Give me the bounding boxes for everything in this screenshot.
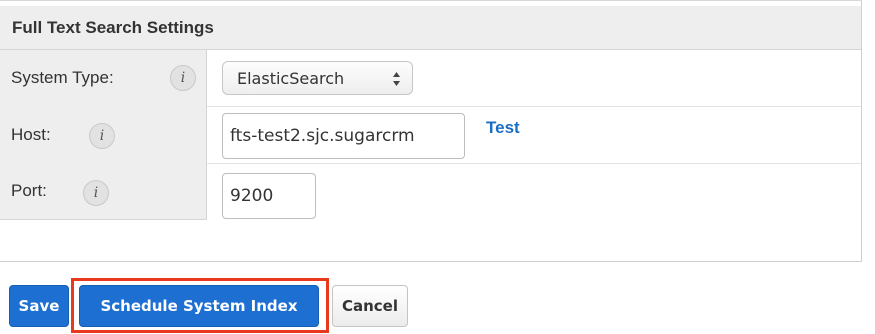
host-input[interactable]: fts-test2.sjc.sugarcrm <box>222 113 465 159</box>
host-input-value: fts-test2.sjc.sugarcrm <box>230 126 415 146</box>
panel-header: Full Text Search Settings <box>0 6 861 50</box>
info-icon[interactable]: i <box>170 65 196 91</box>
up-down-arrows-icon <box>393 72 400 86</box>
info-icon[interactable]: i <box>83 180 109 206</box>
highlight-annotation <box>71 278 329 333</box>
system-type-label: System Type: <box>11 68 114 87</box>
full-text-search-panel: Full Text Search Settings System Type: i… <box>0 0 862 262</box>
row-divider <box>207 106 861 107</box>
port-label-cell: Port: i <box>0 163 207 220</box>
system-type-select[interactable]: ElasticSearch <box>222 61 413 95</box>
port-label: Port: <box>11 181 47 200</box>
system-type-selected-value: ElasticSearch <box>237 69 345 88</box>
info-icon[interactable]: i <box>89 123 115 149</box>
host-label: Host: <box>11 125 51 144</box>
cancel-button[interactable]: Cancel <box>332 285 408 327</box>
port-input-value: 9200 <box>230 186 274 206</box>
panel-title: Full Text Search Settings <box>12 18 214 37</box>
row-divider <box>207 163 861 164</box>
system-type-label-cell: System Type: i <box>0 50 207 107</box>
save-button[interactable]: Save <box>9 285 69 327</box>
port-input[interactable]: 9200 <box>222 173 316 219</box>
test-connection-link[interactable]: Test <box>486 118 520 138</box>
host-label-cell: Host: i <box>0 106 207 164</box>
